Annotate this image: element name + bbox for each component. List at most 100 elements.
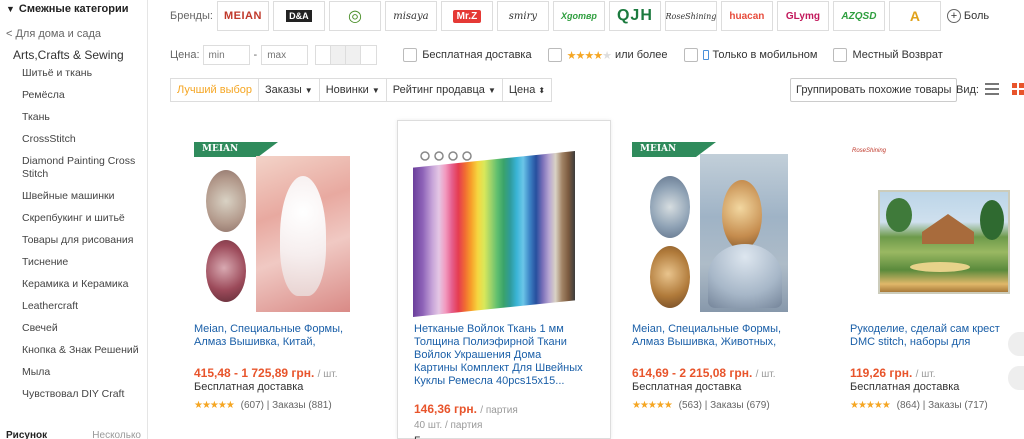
shipping-info: Бесплатная доставка (632, 381, 742, 393)
group-similar-button[interactable]: Группировать похожие товары (790, 78, 958, 102)
brand-green[interactable]: Хgoтвр (552, 1, 605, 31)
subcategory-item[interactable]: Мыла (0, 366, 147, 379)
product-price: 614,69 - 2 215,08 грн. / шт. (632, 366, 776, 380)
shipping-info: Бесплатная доставка (850, 381, 960, 393)
sort-price[interactable]: Цена ⬍ (503, 79, 551, 101)
scroll-right-arrow[interactable] (1008, 366, 1024, 390)
subcategory-item[interactable]: Керамика и Керамика (0, 278, 147, 291)
subcategory-item[interactable]: Diamond Painting Cross Stitch (0, 155, 147, 181)
brand-qjh[interactable]: QJH (608, 1, 661, 31)
product-rating: ★★★★★ (864) | Заказы (717) (850, 400, 988, 411)
parent-category-link[interactable]: < Для дома и сада (0, 28, 147, 40)
subcategory-item[interactable]: Чувствовал DIY Craft (0, 388, 147, 401)
product-detail-oval (206, 170, 246, 232)
free-shipping-filter[interactable]: Бесплатная доставка (403, 48, 532, 62)
subcategory-item[interactable]: CrossStitch (0, 133, 147, 146)
brand-misaya[interactable]: misaya (384, 1, 437, 31)
scroll-right-arrow[interactable] (1008, 332, 1024, 356)
product-price: 146,36 грн. / партия (414, 402, 518, 416)
mobile-only-checkbox[interactable] (683, 48, 698, 62)
brand-meian[interactable]: MEIAN (216, 1, 269, 31)
product-grid: MEIAN Meian, Специальные Формы, Алмаз Вы… (178, 120, 1024, 439)
product-title[interactable]: Рукоделие, сделай сам крест DMC stitch, … (850, 323, 1020, 349)
current-category[interactable]: Arts,Crafts & Sewing (0, 48, 147, 62)
caret-down-icon: ▼ (487, 85, 496, 95)
price-min-input[interactable] (202, 45, 250, 65)
product-title[interactable]: Meian, Специальные Формы, Алмаз Вышивка,… (632, 323, 802, 349)
product-image[interactable]: RoseShining (850, 146, 1018, 314)
sort-orders[interactable]: Заказы ▼ (259, 79, 320, 101)
product-title[interactable]: Meian, Специальные Формы, Алмаз Вышивка,… (194, 323, 364, 349)
sort-best-match[interactable]: Лучший выбор (171, 79, 260, 101)
list-view-icon[interactable] (985, 83, 999, 95)
plus-icon: + (946, 9, 961, 23)
caret-down-icon: ▼ (371, 85, 380, 95)
product-price: 415,48 - 1 725,89 грн. / шт. (194, 366, 338, 380)
related-categories-heading[interactable]: ▼ Смежные категории (0, 2, 147, 16)
shipping-info: Б (414, 435, 421, 439)
price-dash: - (253, 49, 258, 61)
shipping-info: Бесплатная доставка (194, 381, 304, 393)
product-price: 119,26 грн. / шт. (850, 366, 936, 380)
mobile-only-filter[interactable]: Только в мобильном (683, 48, 817, 62)
product-rating: ★★★★★ (563) | Заказы (679) (632, 400, 770, 411)
brand-mrz[interactable]: Mr.Z (440, 1, 493, 31)
price-range-histogram[interactable] (315, 45, 378, 65)
brand-round-icon: ◎ (347, 8, 362, 25)
view-label: Вид: (956, 84, 979, 96)
brand-azqsd[interactable]: AZQSD (832, 1, 885, 31)
subcategory-item[interactable]: Ремёсла (0, 89, 147, 102)
subcategory-item[interactable]: Свечей (0, 322, 147, 335)
category-sidebar: ▼ Смежные категории < Для дома и сада Ar… (0, 0, 148, 439)
subcategory-item[interactable]: Кнопка & Знак Решений (0, 344, 147, 357)
product-detail-oval (206, 240, 246, 302)
caret-down-icon: ▼ (6, 4, 15, 14)
subcategory-item[interactable]: Швейные машинки (0, 190, 147, 203)
product-image[interactable]: MEIAN (632, 142, 790, 312)
sort-bar: Лучший выбор Заказы ▼ Новинки ▼ Рейтинг пр… (170, 78, 1024, 102)
brand-glymg[interactable]: GLymg (776, 1, 829, 31)
more-brands-button[interactable]: + Боль (946, 9, 989, 23)
lot-size: 40 шт. / партия (414, 420, 483, 431)
product-title[interactable]: Нетканые Войлок Ткань 1 мм Толщина Полиэ… (414, 323, 584, 388)
mobile-phone-icon (702, 50, 709, 60)
product-image[interactable]: MEIAN (194, 142, 352, 312)
brand-roseshining[interactable]: RoseShining (664, 1, 717, 31)
brand-huacan[interactable]: huacan (720, 1, 773, 31)
product-detail-oval (650, 246, 690, 308)
grid-view-icon[interactable] (1012, 83, 1024, 95)
meian-badge: MEIAN (632, 142, 716, 157)
peacock-painting (700, 154, 788, 312)
subcategory-item[interactable]: Тиснение (0, 256, 147, 269)
filter-row: Цена: - Бесплатная доставка ★★★★★ или бо… (170, 44, 1024, 66)
subcategory-item[interactable]: Товары для рисования (0, 234, 147, 247)
product-card[interactable]: MEIAN Meian, Специальные Формы, Алмаз Вы… (616, 120, 830, 439)
rating-checkbox[interactable] (547, 48, 562, 62)
price-label: Цена: (170, 49, 200, 61)
brand-da[interactable]: D&A (272, 1, 325, 31)
sort-options: Лучший выбор Заказы ▼ Новинки ▼ Рейтинг пр… (170, 78, 553, 102)
sort-seller-rating[interactable]: Рейтинг продавца ▼ (387, 79, 503, 101)
product-card[interactable]: RoseShining Рукоделие, сделай сам крест … (834, 120, 1024, 439)
price-max-input[interactable] (261, 45, 309, 65)
subcategory-item[interactable]: Скрепбукинг и шитьё (0, 212, 147, 225)
subcategory-item[interactable]: Leathercraft (0, 300, 147, 313)
brands-label: Бренды: (170, 10, 213, 22)
sort-newest[interactable]: Новинки ▼ (320, 79, 387, 101)
pattern-filter-heading[interactable]: Рисунок (6, 430, 47, 439)
local-return-filter[interactable]: Местный Возврат (833, 48, 943, 62)
subcategory-item[interactable]: Ткань (0, 111, 147, 124)
product-card[interactable]: MEIAN Meian, Специальные Формы, Алмаз Вы… (178, 120, 392, 439)
brand-a[interactable]: A (888, 1, 941, 31)
product-image[interactable] (413, 151, 575, 317)
four-stars-icon: ★★★★★ (566, 49, 612, 62)
brand-logo-round[interactable]: ◎ (328, 1, 381, 31)
caret-down-icon: ▼ (304, 85, 313, 95)
product-rating: ★★★★★ (607) | Заказы (881) (194, 400, 332, 411)
product-card[interactable]: Нетканые Войлок Ткань 1 мм Толщина Полиэ… (397, 120, 611, 439)
rating-filter[interactable]: ★★★★★ или более (547, 48, 668, 62)
local-return-checkbox[interactable] (833, 48, 848, 62)
subcategory-item[interactable]: Шитьё и ткань (0, 67, 147, 80)
free-shipping-checkbox[interactable] (403, 48, 418, 62)
brand-smiry[interactable]: smiry (496, 1, 549, 31)
